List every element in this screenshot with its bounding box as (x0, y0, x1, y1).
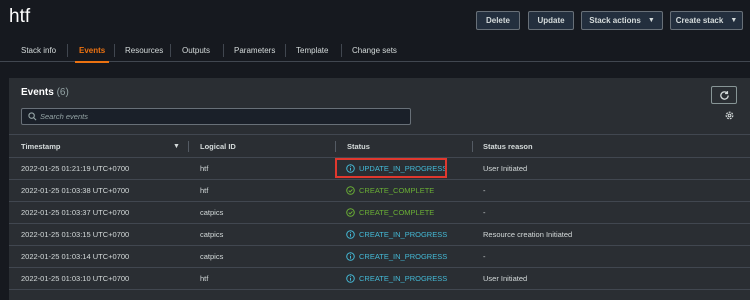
tab-template[interactable]: Template (296, 38, 328, 62)
tab-divider (285, 44, 286, 57)
column-label: Status (347, 142, 370, 151)
status-text: CREATE_IN_PROGRESS (359, 230, 448, 239)
tab-label: Change sets (352, 45, 397, 55)
sort-down-icon[interactable]: ▼ (173, 143, 180, 150)
events-heading: Events (6) (21, 87, 69, 98)
tab-label: Resources (125, 45, 164, 55)
cell-status-reason: User Initiated (483, 274, 528, 283)
check-circle-icon (346, 208, 355, 217)
events-count: (6) (56, 87, 69, 98)
delete-button-label: Delete (485, 16, 510, 25)
column-label: Status reason (483, 142, 533, 151)
tab-resources[interactable]: Resources (125, 38, 163, 62)
table-row: 2022-01-25 01:03:15 UTC+0700 catpics CRE… (9, 224, 750, 246)
tab-divider (341, 44, 342, 57)
column-header-logical-id[interactable]: Logical ID (200, 135, 236, 158)
info-icon (346, 164, 355, 173)
tab-label: Parameters (234, 45, 276, 55)
table-row: 2022-01-25 01:03:14 UTC+0700 catpics CRE… (9, 246, 750, 268)
cell-status: CREATE_IN_PROGRESS (346, 224, 447, 245)
info-icon (346, 252, 355, 261)
create-stack-button[interactable]: Create stack ▼ (670, 11, 743, 30)
cell-timestamp: 2022-01-25 01:03:15 UTC+0700 (21, 230, 130, 239)
cell-status: CREATE_IN_PROGRESS (346, 268, 447, 289)
tab-change-sets[interactable]: Change sets (352, 38, 397, 62)
cell-status: CREATE_IN_PROGRESS (346, 246, 447, 267)
stack-title: htf (9, 6, 31, 27)
column-header-status[interactable]: Status (347, 135, 370, 158)
cell-timestamp: 2022-01-25 01:03:10 UTC+0700 (21, 274, 130, 283)
refresh-icon (719, 90, 729, 100)
cell-status-reason: User Initiated (483, 164, 528, 173)
cell-logical-id: htf (200, 164, 209, 173)
cell-timestamp: 2022-01-25 01:03:37 UTC+0700 (21, 208, 130, 217)
refresh-button[interactable] (711, 86, 737, 104)
delete-button[interactable]: Delete (476, 11, 520, 30)
tab-divider (67, 44, 68, 57)
column-divider (335, 141, 336, 152)
tab-divider (170, 44, 171, 57)
column-label: Logical ID (200, 142, 236, 151)
tab-parameters[interactable]: Parameters (234, 38, 275, 62)
tab-label: Template (296, 45, 329, 55)
cell-logical-id: catpics (200, 208, 224, 217)
stack-actions-button[interactable]: Stack actions ▼ (581, 11, 663, 30)
status-text: UPDATE_IN_PROGRESS (359, 164, 448, 173)
column-header-timestamp[interactable]: Timestamp (21, 135, 60, 158)
update-button[interactable]: Update (528, 11, 574, 30)
search-box (21, 108, 411, 125)
tab-divider (223, 44, 224, 57)
column-header-status-reason[interactable]: Status reason (483, 135, 533, 158)
tab-events[interactable]: Events (74, 38, 110, 63)
table-row: 2022-01-25 01:03:37 UTC+0700 catpics CRE… (9, 202, 750, 224)
cell-logical-id: htf (200, 274, 209, 283)
stack-tabs: Stack info Events Resources Outputs Para… (0, 38, 750, 63)
info-icon (346, 274, 355, 283)
cell-status-reason: Resource creation Initiated (483, 230, 573, 239)
tab-label: Events (79, 45, 106, 55)
search-icon (28, 112, 37, 121)
caret-down-icon: ▼ (730, 17, 738, 24)
cell-logical-id: catpics (200, 230, 224, 239)
status-text: CREATE_IN_PROGRESS (359, 274, 448, 283)
status-text: CREATE_COMPLETE (359, 186, 435, 195)
cell-timestamp: 2022-01-25 01:03:14 UTC+0700 (21, 252, 130, 261)
cell-logical-id: catpics (200, 252, 224, 261)
cell-status-reason: - (483, 186, 486, 195)
cell-logical-id: htf (200, 186, 209, 195)
column-divider (188, 141, 189, 152)
column-label: Timestamp (21, 142, 61, 151)
cell-status: UPDATE_IN_PROGRESS (346, 158, 447, 179)
tab-divider (114, 44, 115, 57)
tab-outputs[interactable]: Outputs (182, 38, 210, 62)
caret-down-icon: ▼ (647, 17, 655, 24)
table-header: Timestamp ▼ Logical ID Status Status rea… (9, 134, 750, 158)
stack-actions-label: Stack actions (589, 16, 641, 25)
gear-icon[interactable] (724, 110, 735, 121)
cell-timestamp: 2022-01-25 01:03:38 UTC+0700 (21, 186, 130, 195)
table-row: 2022-01-25 01:03:38 UTC+0700 htf CREATE_… (9, 180, 750, 202)
cell-status: CREATE_COMPLETE (346, 202, 434, 223)
cell-status-reason: - (483, 208, 486, 217)
table-row: 2022-01-25 01:21:19 UTC+0700 htf UPDATE_… (9, 158, 750, 180)
cell-status-reason: - (483, 252, 486, 261)
cell-status: CREATE_COMPLETE (346, 180, 434, 201)
cell-timestamp: 2022-01-25 01:21:19 UTC+0700 (21, 164, 130, 173)
page-header: htf Delete Update Stack actions ▼ Create… (0, 0, 750, 38)
tab-stack-info[interactable]: Stack info (21, 38, 56, 62)
events-panel: Events (6) Timestamp ▼ Logical ID Status… (9, 78, 750, 300)
table-row: 2022-01-25 01:03:10 UTC+0700 htf CREATE_… (9, 268, 750, 290)
column-divider (472, 141, 473, 152)
events-title: Events (21, 87, 54, 98)
create-stack-label: Create stack (675, 16, 724, 25)
status-text: CREATE_IN_PROGRESS (359, 252, 448, 261)
status-text: CREATE_COMPLETE (359, 208, 435, 217)
tab-label: Stack info (21, 45, 57, 55)
search-input[interactable] (40, 109, 405, 124)
update-button-label: Update (537, 16, 565, 25)
tab-label: Outputs (182, 45, 211, 55)
check-circle-icon (346, 186, 355, 195)
info-icon (346, 230, 355, 239)
